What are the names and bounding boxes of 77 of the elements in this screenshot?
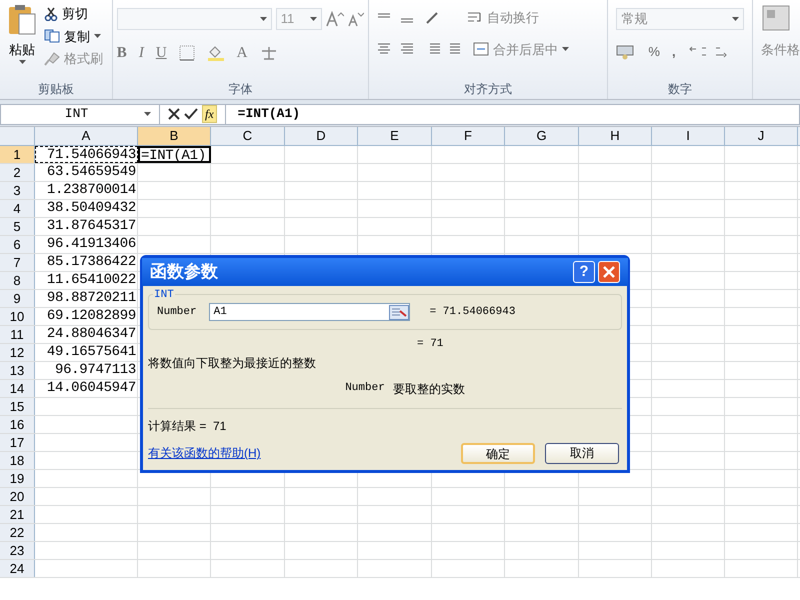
argument-label: Number <box>157 304 197 320</box>
row-header[interactable]: 11 <box>0 326 35 343</box>
help-button[interactable]: ? <box>573 261 595 283</box>
column-header[interactable]: C <box>211 127 285 145</box>
row-header[interactable]: 22 <box>0 524 35 541</box>
function-description: 将数值向下取整为最接近的整数 <box>148 354 317 372</box>
table-cell: 49.16575641 <box>35 344 138 361</box>
row-header[interactable]: 5 <box>0 218 35 235</box>
table-cell: 11.65410022 <box>35 272 138 289</box>
formula-field[interactable]: =INT(A1) <box>224 104 800 124</box>
column-header[interactable]: I <box>652 127 725 145</box>
row-header[interactable]: 19 <box>0 470 35 487</box>
row-header[interactable]: 18 <box>0 452 35 469</box>
row-header[interactable]: 8 <box>0 272 35 289</box>
function-result: = 71 <box>417 337 444 352</box>
row-header[interactable]: 4 <box>0 200 35 217</box>
italic-button[interactable]: I <box>138 42 144 64</box>
row-header[interactable]: 21 <box>0 506 35 523</box>
name-box[interactable]: INT <box>0 104 160 124</box>
column-header[interactable]: B <box>138 127 211 145</box>
bold-button[interactable]: B <box>116 42 127 64</box>
row-header[interactable]: 14 <box>0 380 35 397</box>
argument-help-name: Number <box>345 380 385 396</box>
row-header[interactable]: 1 <box>0 146 35 163</box>
row-header[interactable]: 7 <box>0 254 35 271</box>
ok-button[interactable]: 确定 <box>461 442 535 464</box>
table-cell: 24.88046347 <box>35 326 138 343</box>
row-header[interactable]: 23 <box>0 542 35 559</box>
table-cell: 1.238700014 <box>35 182 138 199</box>
row-header[interactable]: 13 <box>0 362 35 379</box>
table-cell: 38.50409432 <box>35 200 138 217</box>
table-cell: 96.41913406 <box>35 236 138 253</box>
row-header[interactable]: 3 <box>0 182 35 199</box>
percent-button[interactable]: % <box>648 42 660 62</box>
table-cell: 31.87645317 <box>35 218 138 235</box>
argument-result: = 71.54066943 <box>430 304 516 320</box>
font-color-button[interactable]: A <box>236 42 248 64</box>
comma-button[interactable]: , <box>672 42 676 62</box>
group-label: 字体 <box>228 81 252 98</box>
insert-function-button[interactable]: fx <box>202 105 217 123</box>
dialog-title: 函数参数 <box>150 261 218 284</box>
table-cell: 85.17386422 <box>35 254 138 271</box>
table-cell: =INT(A1) <box>138 146 211 163</box>
group-label: 数字 <box>668 81 692 98</box>
row-header[interactable]: 9 <box>0 290 35 307</box>
table-cell: 14.06045947 <box>35 380 138 397</box>
cut-button[interactable]: 剪切 <box>44 4 103 24</box>
table-cell: 96.9747113 <box>35 362 138 379</box>
row-header[interactable]: 2 <box>0 164 35 181</box>
help-link[interactable]: 有关该函数的帮助(H) <box>148 444 261 462</box>
column-header[interactable]: E <box>358 127 432 145</box>
row-header[interactable]: 6 <box>0 236 35 253</box>
column-header[interactable]: F <box>432 127 505 145</box>
underline-button[interactable]: U <box>156 42 167 64</box>
copy-button[interactable]: 复制 <box>44 26 103 46</box>
row-header[interactable]: 12 <box>0 344 35 361</box>
column-header[interactable]: J <box>725 127 798 145</box>
group-label: 对齐方式 <box>464 81 512 98</box>
group-label: 剪贴板 <box>38 81 74 98</box>
row-header[interactable]: 15 <box>0 398 35 415</box>
row-header[interactable]: 16 <box>0 416 35 433</box>
argument-help-text: 要取整的实数 <box>392 380 465 398</box>
row-header[interactable]: 20 <box>0 488 35 505</box>
table-cell: 98.88720211 <box>35 290 138 307</box>
column-header[interactable]: G <box>505 127 579 145</box>
table-cell: 71.54066943 <box>35 146 138 163</box>
column-header[interactable]: D <box>285 127 358 145</box>
column-header[interactable]: H <box>579 127 652 145</box>
table-cell: 69.12082899 <box>35 308 138 325</box>
argument-input[interactable]: A1 <box>208 303 410 321</box>
table-cell: 63.54659549 <box>35 164 138 181</box>
row-header[interactable]: 10 <box>0 308 35 325</box>
calculation-result: 计算结果 = 71 <box>148 418 228 434</box>
paste-button[interactable]: 粘贴 <box>0 4 44 79</box>
row-header[interactable]: 17 <box>0 434 35 451</box>
row-header[interactable]: 24 <box>0 560 35 577</box>
cancel-button[interactable]: 取消 <box>545 442 619 464</box>
